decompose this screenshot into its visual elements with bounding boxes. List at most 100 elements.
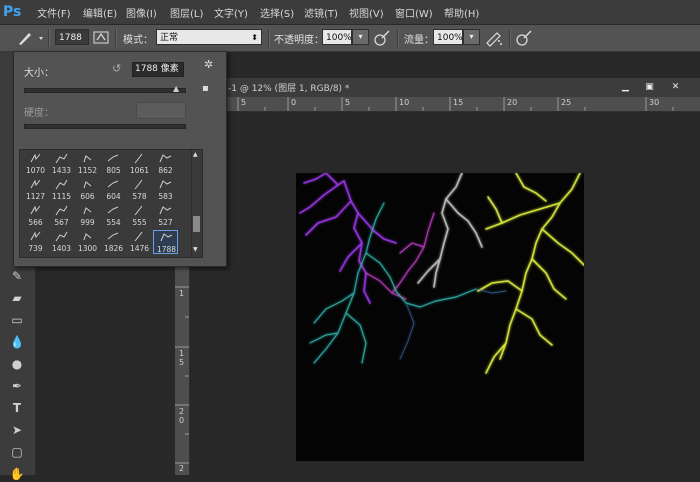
brush-tip-icon: [30, 231, 41, 241]
ruler-top-label: 0: [291, 98, 297, 107]
brush-tip-icon: [83, 233, 92, 241]
panel-settings-button[interactable]: ✲: [204, 58, 213, 71]
minimize-button[interactable]: ▁: [617, 80, 634, 94]
brush-panel-toggle[interactable]: [92, 29, 110, 46]
ruler-top-label: 30: [649, 98, 660, 107]
brush-preset-size: 1403: [51, 244, 72, 253]
menu-type[interactable]: 文字(Y): [214, 5, 248, 20]
menu-filter[interactable]: 滤镜(T): [304, 5, 338, 20]
opacity-dropdown-button[interactable]: ▾: [352, 29, 369, 45]
brush-tip-icon: [107, 232, 119, 240]
brush-preset-size: 1127: [25, 192, 46, 201]
maximize-button[interactable]: ▣: [641, 80, 658, 94]
path-selection-tool[interactable]: ➤: [8, 422, 26, 438]
tablet-pressure-icon: [374, 30, 390, 46]
size-slider[interactable]: ▲: [24, 84, 186, 93]
brush-preset-item[interactable]: 578: [127, 178, 152, 202]
brush-preset-item[interactable]: 739: [23, 230, 48, 254]
pressure-size-button[interactable]: [515, 29, 533, 47]
brush-tip-icon: [30, 179, 41, 189]
type-tool[interactable]: T: [8, 400, 26, 416]
brush-preset-item[interactable]: 1826: [101, 230, 126, 254]
brush-tip-icon: [134, 153, 143, 164]
menu-edit[interactable]: 编辑(E): [83, 5, 117, 20]
new-preset-button[interactable]: ▪: [202, 83, 209, 94]
brush-preset-item[interactable]: 1115: [49, 178, 74, 202]
brush-preset-item[interactable]: 805: [101, 152, 126, 176]
brush-preset-size: 1061: [129, 166, 150, 175]
preset-scrollbar[interactable]: ▲ ▼: [191, 149, 203, 258]
document-tab-title[interactable]: -1 @ 12% (图层 1, RGB/8) *: [228, 81, 349, 94]
brush-preset-item[interactable]: 527: [153, 204, 178, 228]
brush-preset-item[interactable]: 554: [101, 204, 126, 228]
flow-value: 100%: [437, 33, 463, 43]
blur-tool[interactable]: 💧: [8, 334, 26, 350]
brush-preset-item[interactable]: 1476: [127, 230, 152, 254]
brush-preset-item[interactable]: 1061: [127, 152, 152, 176]
scroll-thumb[interactable]: [193, 216, 200, 232]
pen-tool[interactable]: ✒: [8, 378, 26, 394]
close-button[interactable]: ✕: [667, 80, 684, 94]
flow-input[interactable]: 100%: [433, 29, 463, 45]
brush-preset-item[interactable]: 1788: [153, 230, 178, 254]
opacity-input[interactable]: 100%: [322, 29, 352, 45]
flow-dropdown-button[interactable]: ▾: [463, 29, 480, 45]
brush-preset-item[interactable]: 606: [75, 178, 100, 202]
brush-preset-item[interactable]: 555: [127, 204, 152, 228]
brush-preset-item[interactable]: 567: [49, 204, 74, 228]
reset-size-button[interactable]: ↺: [112, 62, 121, 75]
brush-tip-icon: [55, 231, 68, 242]
brush-tip-icon: [107, 180, 119, 188]
menu-view[interactable]: 视图(V): [349, 5, 384, 20]
menu-help[interactable]: 帮助(H): [444, 5, 479, 20]
brush-preset-size: 1826: [103, 244, 124, 253]
brush-preset-item[interactable]: 1300: [75, 230, 100, 254]
reset-icon: ↺: [112, 62, 122, 75]
dodge-tool[interactable]: ●: [8, 356, 26, 372]
chevron-down-icon: ▾: [469, 32, 474, 41]
brush-preset-item[interactable]: 583: [153, 178, 178, 202]
pressure-opacity-button[interactable]: [373, 29, 391, 47]
document-canvas[interactable]: [296, 173, 584, 461]
ruler-top-label: 5: [241, 98, 247, 107]
menu-file[interactable]: 文件(F): [37, 5, 71, 20]
hand-tool[interactable]: ✋: [8, 466, 26, 482]
brush-preset-size: 1476: [129, 244, 150, 253]
eraser-tool[interactable]: ▰: [8, 290, 26, 306]
menu-layer[interactable]: 图层(L): [170, 5, 203, 20]
brush-preset-item[interactable]: 1433: [49, 152, 74, 176]
ruler-top-label: 20: [507, 98, 518, 107]
brush-preset-size: 554: [106, 218, 121, 227]
brush-preset-item[interactable]: 862: [153, 152, 178, 176]
brush-preset-item[interactable]: 999: [75, 204, 100, 228]
brush-preset-size: 805: [106, 166, 121, 175]
brush-preset-item[interactable]: 1152: [75, 152, 100, 176]
brush-preset-item[interactable]: 1127: [23, 178, 48, 202]
brush-tip-icon: [134, 205, 143, 216]
brush-tip-icon: [107, 154, 119, 162]
brush-tool-preset-picker[interactable]: [15, 29, 45, 47]
gradient-tool[interactable]: ▭: [8, 312, 26, 328]
blend-mode-select[interactable]: 正常 ⬍: [156, 29, 262, 45]
brush-size-preview[interactable]: 1788: [55, 29, 89, 45]
brush-preset-size: 1152: [77, 166, 98, 175]
slider-thumb[interactable]: ▲: [173, 84, 179, 93]
menu-select[interactable]: 选择(S): [260, 5, 294, 20]
brush-tool[interactable]: ✎: [8, 268, 26, 284]
menu-window[interactable]: 窗口(W): [395, 5, 433, 20]
airbrush-button[interactable]: [485, 29, 503, 47]
scroll-up-icon[interactable]: ▲: [193, 151, 198, 158]
brush-preset-item[interactable]: 1070: [23, 152, 48, 176]
brush-preset-size: 583: [158, 192, 173, 201]
gear-icon: ✲: [204, 58, 214, 71]
size-value: 1788 像素: [135, 64, 179, 74]
size-input[interactable]: 1788 像素: [132, 62, 184, 77]
brush-preset-item[interactable]: 566: [23, 204, 48, 228]
brush-preset-item[interactable]: 1403: [49, 230, 74, 254]
shape-tool[interactable]: ▢: [8, 444, 26, 460]
brush-preset-item[interactable]: 604: [101, 178, 126, 202]
menu-image[interactable]: 图像(I): [126, 5, 157, 20]
scroll-down-icon[interactable]: ▼: [193, 246, 198, 253]
close-icon: ✕: [671, 82, 680, 92]
brush-preset-size: 1788: [156, 245, 177, 254]
